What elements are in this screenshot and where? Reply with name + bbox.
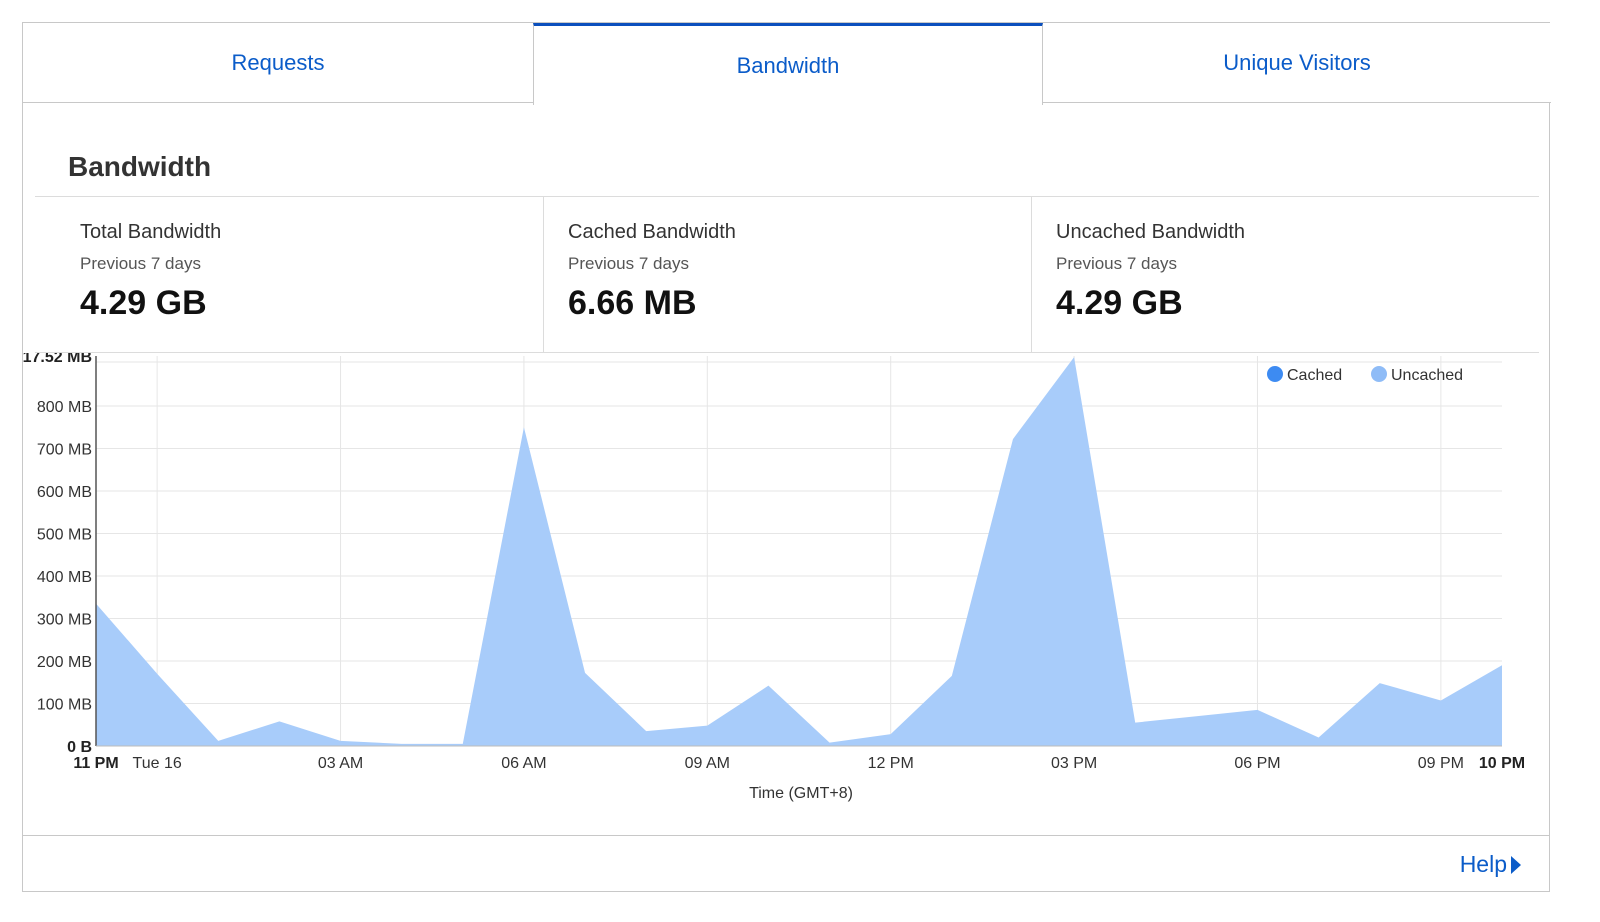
y-tick-label: 100 MB bbox=[37, 696, 92, 713]
section-title: Bandwidth bbox=[68, 151, 212, 182]
y-axis-title: Bandwidth bbox=[23, 520, 25, 590]
x-tick-label: 03 AM bbox=[318, 755, 363, 772]
tab-unique-visitors[interactable]: Unique Visitors bbox=[1043, 23, 1551, 103]
x-tick-label: 03 PM bbox=[1051, 755, 1097, 772]
legend-swatch-uncached bbox=[1371, 366, 1387, 382]
stat-label: Cached Bandwidth bbox=[568, 221, 736, 243]
stat-period: Previous 7 days bbox=[1056, 254, 1177, 273]
legend-swatch-cached bbox=[1267, 366, 1283, 382]
tab-requests[interactable]: Requests bbox=[23, 23, 533, 103]
x-tick-label: 06 AM bbox=[501, 755, 546, 772]
stat-uncached-bandwidth: Uncached Bandwidth Previous 7 days 4.29 … bbox=[1031, 197, 1539, 353]
bandwidth-chart: 0 B 100 MB 200 MB 300 MB 400 MB 500 MB 600 MB 7… bbox=[23, 353, 1525, 802]
x-axis-title: Time (GMT+8) bbox=[749, 785, 853, 802]
chart-grid bbox=[96, 356, 1502, 746]
x-tick-label: 06 PM bbox=[1234, 755, 1280, 772]
y-tick-label: 200 MB bbox=[37, 654, 92, 671]
stat-value: 6.66 MB bbox=[568, 284, 697, 322]
stat-value: 4.29 GB bbox=[80, 284, 207, 322]
x-tick-label: 09 AM bbox=[685, 755, 730, 772]
chart-legend: Cached Uncached bbox=[1267, 366, 1463, 384]
y-tick-label: 800 MB bbox=[37, 399, 92, 416]
y-tick-label: 700 MB bbox=[37, 441, 92, 458]
tab-bandwidth[interactable]: Bandwidth bbox=[533, 23, 1043, 105]
y-tick-label: 0 B bbox=[67, 739, 92, 756]
footer-divider bbox=[23, 835, 1549, 836]
stat-value: 4.29 GB bbox=[1056, 284, 1183, 322]
x-tick-label: 11 PM bbox=[73, 755, 118, 772]
stat-label: Uncached Bandwidth bbox=[1056, 221, 1246, 243]
stat-label: Total Bandwidth bbox=[80, 221, 222, 243]
tab-bar: Requests Bandwidth Unique Visitors bbox=[23, 23, 1551, 105]
help-link[interactable]: Help bbox=[1460, 851, 1521, 878]
legend-label-uncached: Uncached bbox=[1391, 367, 1463, 384]
x-tick-label: 09 PM bbox=[1418, 755, 1464, 772]
x-tick-label: Tue 16 bbox=[133, 755, 182, 772]
stat-cached-bandwidth: Cached Bandwidth Previous 7 days 6.66 MB bbox=[543, 197, 1031, 353]
help-label: Help bbox=[1459, 851, 1507, 877]
stat-total-bandwidth: Total Bandwidth Previous 7 days 4.29 GB bbox=[35, 197, 545, 353]
analytics-panel: Requests Bandwidth Unique Visitors Bandw… bbox=[22, 22, 1551, 892]
series-area-uncached bbox=[96, 357, 1502, 746]
x-tick-label: 12 PM bbox=[868, 755, 914, 772]
y-max-label: 917.52 MB bbox=[23, 353, 92, 366]
x-tick-label: 10 PM bbox=[1479, 755, 1525, 772]
y-tick-label: 300 MB bbox=[37, 611, 92, 628]
chart-area bbox=[96, 357, 1502, 746]
legend-label-cached: Cached bbox=[1287, 367, 1342, 384]
caret-right-icon bbox=[1511, 855, 1521, 874]
stat-period: Previous 7 days bbox=[568, 254, 689, 273]
y-tick-label: 400 MB bbox=[37, 569, 92, 586]
y-tick-label: 600 MB bbox=[37, 484, 92, 501]
stat-period: Previous 7 days bbox=[80, 254, 201, 273]
y-tick-label: 500 MB bbox=[37, 526, 92, 543]
